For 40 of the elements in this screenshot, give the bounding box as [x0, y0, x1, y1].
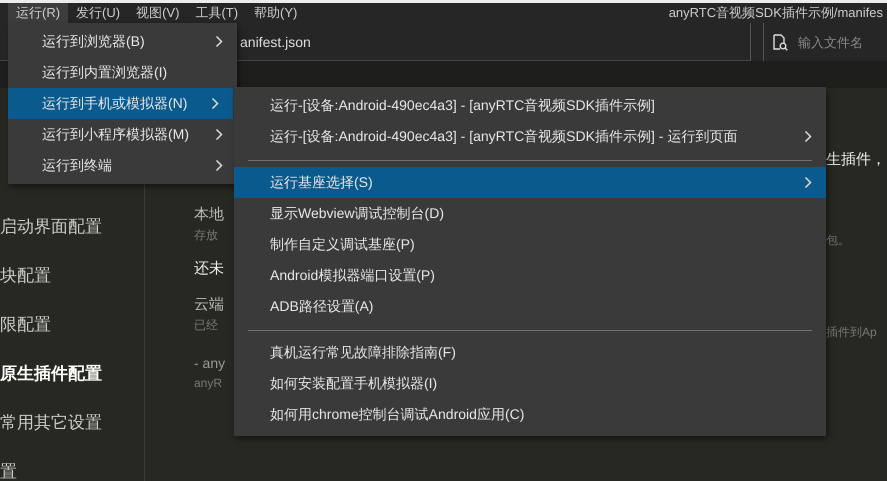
- menu-item[interactable]: 显示Webview调试控制台(D): [234, 198, 826, 229]
- menu-item[interactable]: 运行到终端: [8, 150, 237, 181]
- menu-item[interactable]: 发行(U): [68, 3, 128, 23]
- sidebar-item[interactable]: 限配置: [0, 313, 144, 362]
- window-title: anyRTC音视频SDK插件示例/manifes: [668, 4, 884, 22]
- menu-item[interactable]: 运行基座选择(S): [234, 167, 826, 198]
- menu-item[interactable]: 视图(V): [128, 3, 188, 23]
- menu-item[interactable]: 如何用chrome控制台调试Android应用(C): [234, 399, 826, 430]
- menu-item[interactable]: 运行到手机或模拟器(N): [8, 88, 233, 119]
- menu-item[interactable]: 如何安装配置手机模拟器(I): [234, 368, 826, 399]
- note-text: 包。: [826, 232, 851, 249]
- menu-item[interactable]: 运行-[设备:Android-490ec4a3] - [anyRTC音视频SDK插件示例] - 运行到页面: [234, 121, 826, 152]
- sidebar-item[interactable]: 原生插件配置: [0, 362, 144, 411]
- note-text: - any: [194, 354, 226, 373]
- note-text: anyR: [194, 375, 224, 392]
- menu-item[interactable]: 运行-[设备:Android-490ec4a3] - [anyRTC音视频SDK插件示例]: [234, 90, 826, 121]
- menu-item[interactable]: 制作自定义调试基座(P): [234, 229, 826, 260]
- file-tab[interactable]: anifest.json: [240, 34, 311, 50]
- heading-text: 本地: [194, 205, 225, 225]
- menu-item[interactable]: 真机运行常见故障排除指南(F): [234, 337, 826, 368]
- sidebar-item[interactable]: 启动界面配置: [0, 215, 144, 264]
- sidebar-item[interactable]: 块配置: [0, 264, 144, 313]
- body-text: 生插件，: [826, 150, 887, 170]
- menu-item[interactable]: ADB路径设置(A): [234, 291, 826, 322]
- menu-item[interactable]: 工具(T): [187, 3, 246, 23]
- menu-item[interactable]: 运行到小程序模拟器(M): [8, 119, 237, 150]
- menu-item[interactable]: 运行到浏览器(B): [8, 26, 237, 57]
- note-text: 插件到Ap: [826, 324, 878, 341]
- menu-item[interactable]: 帮助(Y): [246, 3, 306, 23]
- body-text: 还未: [194, 259, 225, 279]
- heading-text: 云端: [194, 295, 225, 315]
- note-text: 存放: [194, 227, 219, 244]
- menu-item[interactable]: 运行(R): [8, 3, 68, 23]
- menu-item[interactable]: Android模拟器端口设置(P): [234, 260, 826, 291]
- file-search-icon[interactable]: [772, 34, 788, 50]
- sidebar-item[interactable]: 置: [0, 460, 144, 481]
- search-field[interactable]: 输入文件名: [798, 34, 878, 50]
- note-text: 已经: [194, 317, 219, 334]
- menu-item[interactable]: 运行到内置浏览器(I): [8, 57, 237, 88]
- sidebar-item[interactable]: 常用其它设置: [0, 411, 144, 460]
